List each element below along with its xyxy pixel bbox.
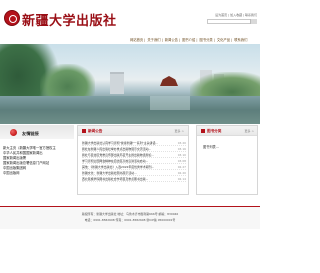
search-button[interactable] bbox=[250, 19, 257, 24]
footer-copyright: 版权所有：新疆大学出版社 地址：乌鲁木齐市胜利路666号 邮编：830046 bbox=[81, 212, 179, 216]
nav-item-home[interactable]: 网站首页 bbox=[130, 38, 143, 42]
news-panel-title: 新闻公告 bbox=[88, 129, 103, 133]
friend-link[interactable]: 中国出版网 bbox=[3, 171, 73, 176]
banner-building bbox=[110, 72, 124, 94]
book-category-panel: 图书分类 更多 > 图书列表... bbox=[196, 125, 258, 195]
nav-item-contact[interactable]: 联系我们 bbox=[234, 38, 247, 42]
main-nav: 网站首页| 关于我们| 新闻公告| 图书介绍| 图书分类| 文化产品| 联系我们 bbox=[130, 38, 248, 42]
nav-item-about[interactable]: 关于我们 bbox=[147, 38, 160, 42]
top-utility-links[interactable]: 设为首页 | 加入收藏 | 联系我们 bbox=[215, 13, 257, 17]
globe-icon bbox=[10, 129, 17, 136]
book-category-more-link[interactable]: 更多 > bbox=[245, 129, 254, 133]
news-list: 新疆大学出版社认真学习贯彻"健康新疆"一系列"主旨讲话... 03.20 我社在新… bbox=[82, 140, 186, 182]
news-panel-header: 新闻公告 更多 > bbox=[78, 126, 188, 136]
book-category-body[interactable]: 图书列表... bbox=[203, 144, 219, 149]
banner-pavilion bbox=[160, 76, 178, 86]
campus-banner-image bbox=[0, 44, 260, 124]
news-item-title[interactable]: 西北民族学院图书出版社合作项目及重点图书出版... bbox=[82, 176, 168, 182]
nav-item-news[interactable]: 新闻公告 bbox=[165, 38, 178, 42]
footer-contact: 电话：0991-8582608 传真：0991-8582608 新ICP备 05… bbox=[84, 218, 176, 222]
banner-lake bbox=[0, 96, 260, 124]
news-panel: 新闻公告 更多 > 新疆大学出版社认真学习贯彻"健康新疆"一系列"主旨讲话...… bbox=[77, 125, 189, 195]
news-item[interactable]: 西北民族学院图书出版社合作项目及重点图书出版... 02.14 bbox=[82, 176, 186, 182]
nav-item-culture[interactable]: 文化产品 bbox=[217, 38, 230, 42]
logo-seal-icon bbox=[4, 10, 20, 26]
header: 新疆大学出版社 设为首页 | 加入收藏 | 联系我们 bbox=[0, 0, 260, 40]
nav-item-categories[interactable]: 图书分类 bbox=[200, 38, 213, 42]
footer: 版权所有：新疆大学出版社 地址：乌鲁木齐市胜利路666号 邮编：830046 电… bbox=[0, 207, 260, 229]
square-bullet-icon bbox=[201, 129, 205, 133]
nav-item-books[interactable]: 图书介绍 bbox=[182, 38, 195, 42]
friend-links-panel: 友情链接 新大主页（新疆大学唯一官方授权主 中华人民共和国国家新闻出 国家新闻出… bbox=[0, 125, 74, 207]
friend-links-list: 新大主页（新疆大学唯一官方授权主 中华人民共和国国家新闻出 国家新闻出版署 国家… bbox=[3, 146, 73, 175]
friend-links-header: 友情链接 bbox=[0, 125, 74, 139]
book-category-title: 图书分类 bbox=[207, 129, 222, 133]
book-category-header: 图书分类 更多 > bbox=[197, 126, 257, 136]
banner-reflection bbox=[150, 96, 190, 110]
news-item-date: 02.14 bbox=[177, 177, 186, 181]
page-bottom-blank bbox=[0, 229, 260, 273]
news-more-link[interactable]: 更多 > bbox=[175, 129, 184, 133]
square-bullet-icon bbox=[82, 129, 86, 133]
site-logo-text[interactable]: 新疆大学出版社 bbox=[22, 10, 117, 29]
friend-links-title: 友情链接 bbox=[22, 131, 39, 136]
